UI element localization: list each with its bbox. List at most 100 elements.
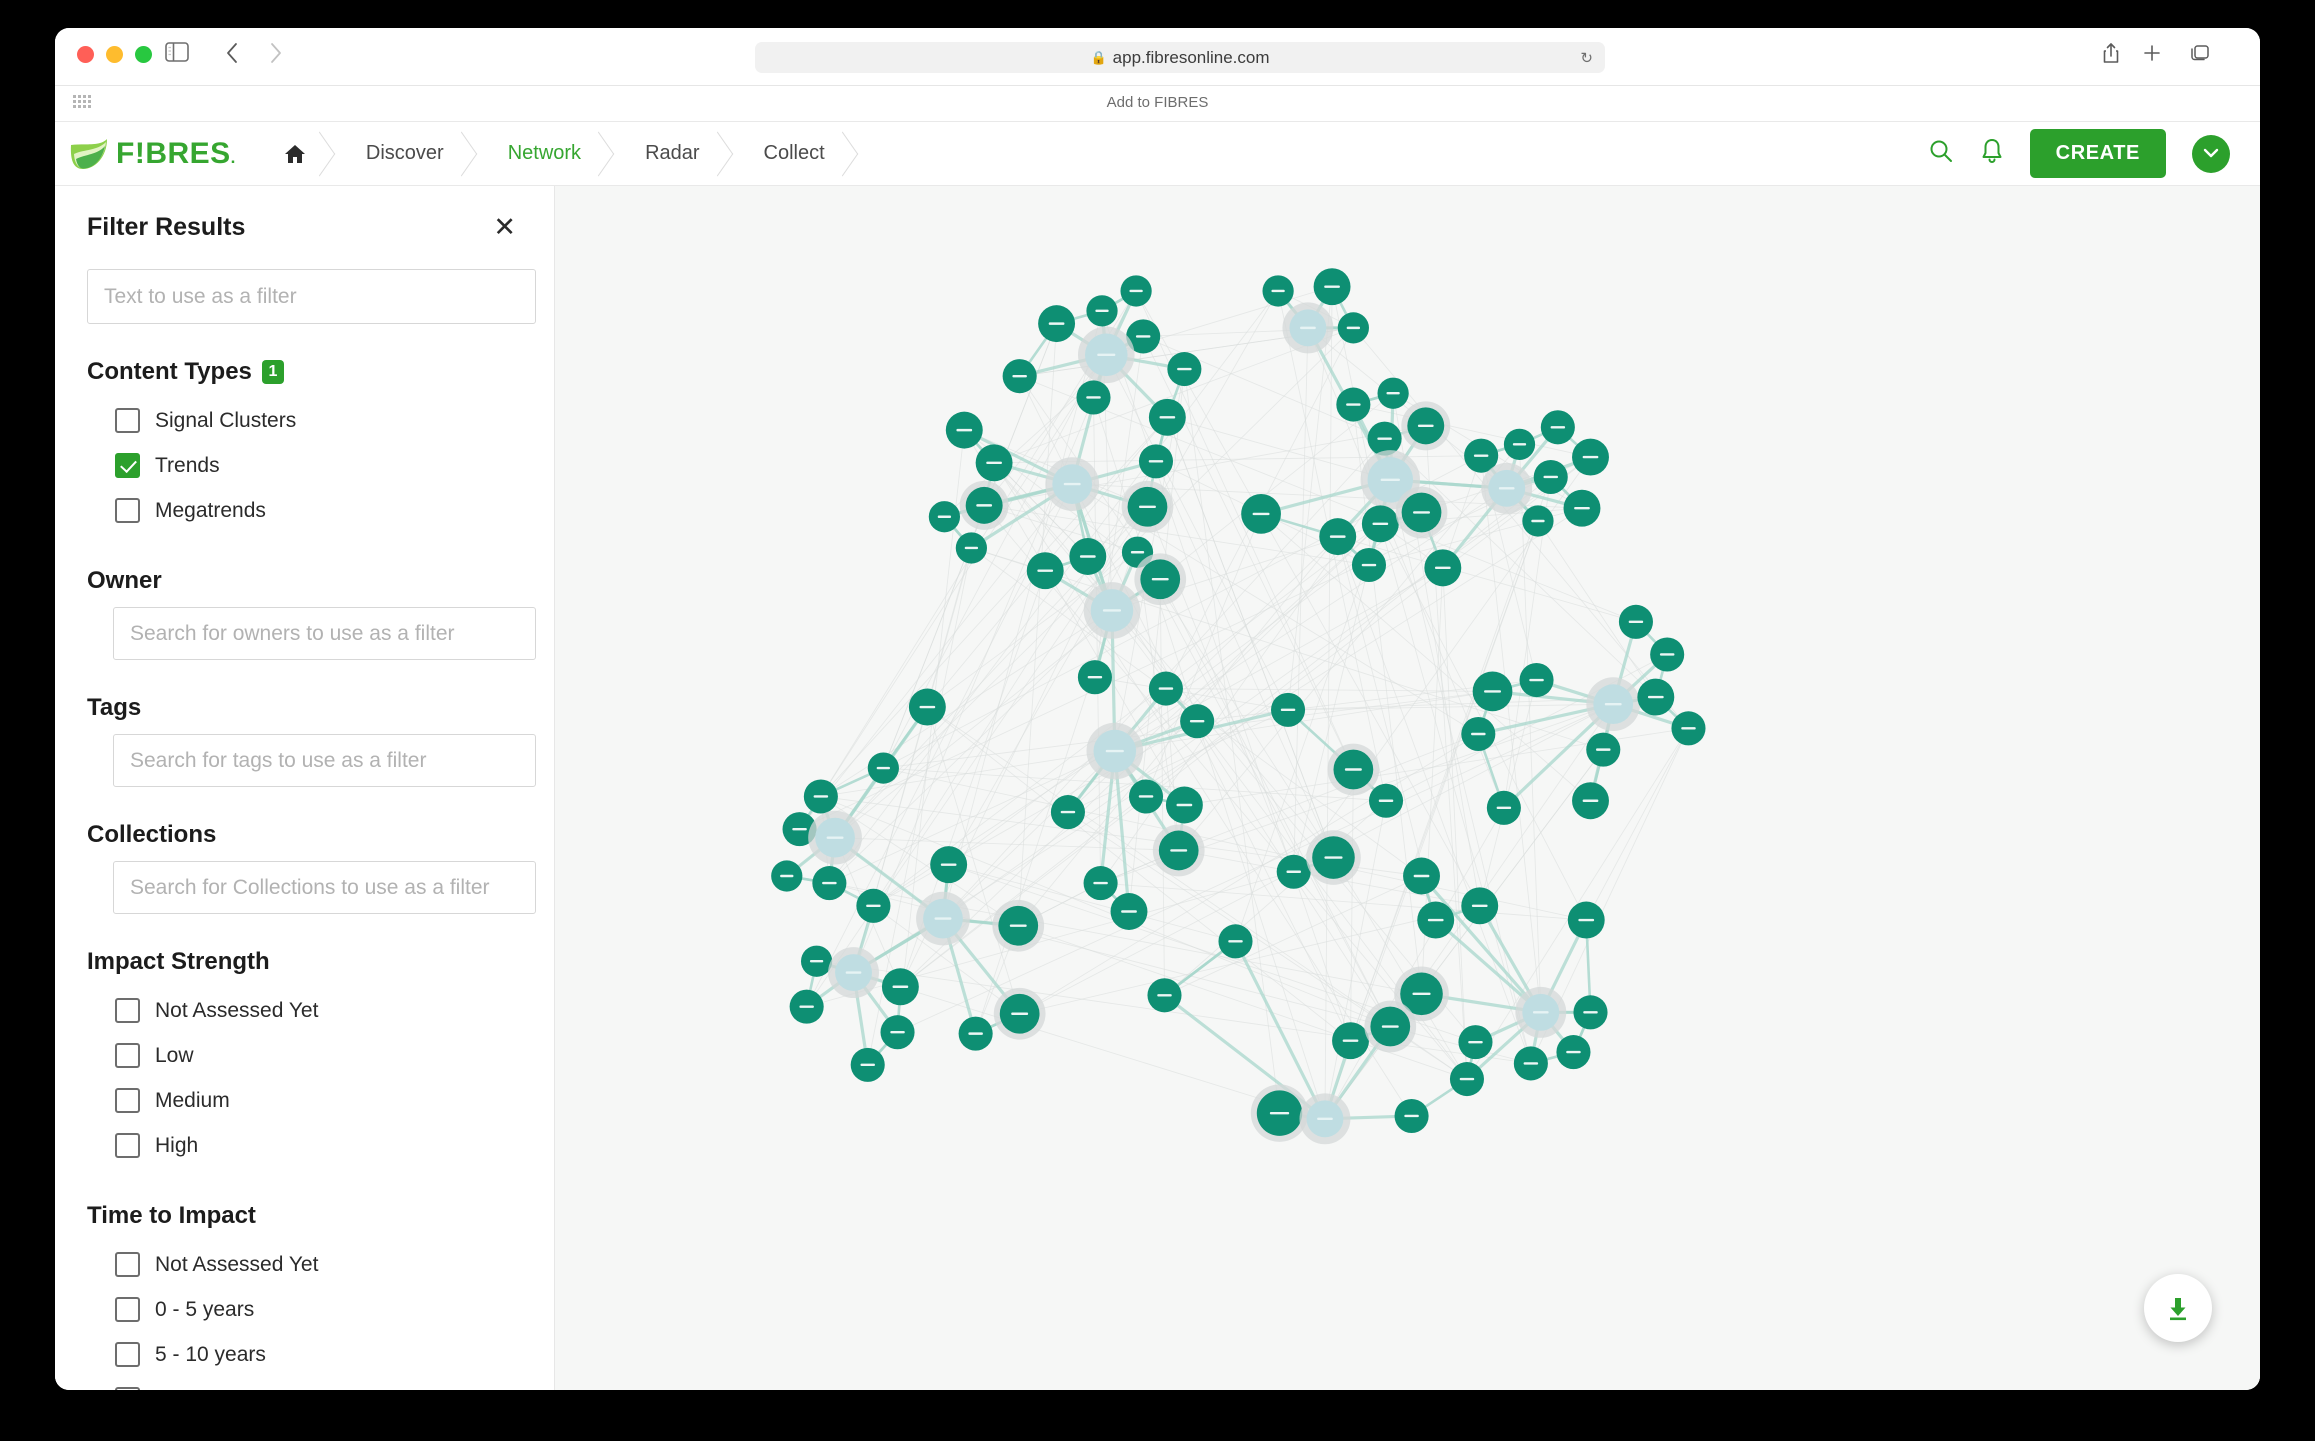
section-title-tags: Tags — [87, 694, 522, 722]
browser-back-button[interactable] — [225, 42, 239, 69]
checkbox-impact-medium[interactable]: Medium — [115, 1078, 522, 1123]
app-body: Filter Results ✕ Content Types 1 Signal … — [55, 186, 2260, 1390]
grid-icon[interactable] — [73, 95, 91, 108]
checkbox-label: 5 - 10 years — [155, 1342, 266, 1366]
checkbox-time-0-5[interactable]: 0 - 5 years — [115, 1287, 522, 1332]
section-title-time-to-impact: Time to Impact — [87, 1202, 522, 1230]
share-icon[interactable] — [2102, 42, 2120, 69]
address-bar[interactable]: 🔒 app.fibresonline.com ↻ — [755, 42, 1605, 73]
section-impact-strength: Impact Strength Not Assessed Yet Low Med… — [87, 948, 522, 1168]
filter-results-panel: Filter Results ✕ Content Types 1 Signal … — [55, 186, 555, 1390]
create-button[interactable]: CREATE — [2029, 129, 2166, 178]
nav-item-radar[interactable]: Radar — [611, 122, 729, 186]
download-icon — [2163, 1293, 2193, 1323]
section-time-to-impact: Time to Impact Not Assessed Yet 0 - 5 ye… — [87, 1202, 522, 1390]
filter-panel-header: Filter Results ✕ — [87, 210, 522, 245]
checkbox-box[interactable] — [115, 453, 140, 478]
home-icon — [284, 144, 306, 164]
nav-label-discover: Discover — [365, 142, 444, 164]
tags-search-input[interactable] — [113, 734, 536, 787]
section-label: Time to Impact — [87, 1202, 256, 1229]
checkbox-signal-clusters[interactable]: Signal Clusters — [115, 398, 522, 443]
search-icon[interactable] — [1928, 138, 1954, 169]
brand-logo[interactable]: F!BRES. — [69, 137, 236, 171]
nav-label-network: Network — [507, 142, 582, 164]
network-graph-svg[interactable] — [555, 186, 2260, 1390]
chevron-down-icon — [2203, 145, 2219, 163]
checkbox-box[interactable] — [115, 1133, 140, 1158]
section-title-content-types: Content Types 1 — [87, 358, 522, 386]
nav-item-collect[interactable]: Collect — [730, 122, 855, 186]
nav-item-network[interactable]: Network — [474, 122, 611, 186]
checkbox-box[interactable] — [115, 498, 140, 523]
app-header: F!BRES. Discover Network Radar Collect C… — [55, 122, 2260, 186]
header-actions: CREATE — [1928, 129, 2260, 178]
section-label: Owner — [87, 567, 162, 594]
sidebar-toggle-icon[interactable] — [165, 42, 189, 67]
close-window-button[interactable] — [77, 46, 94, 63]
nav-label-collect: Collect — [763, 142, 825, 164]
reload-icon[interactable]: ↻ — [1580, 49, 1593, 67]
maximize-window-button[interactable] — [135, 46, 152, 63]
nav-item-home[interactable] — [254, 122, 332, 186]
checkbox-label: Megatrends — [155, 498, 266, 522]
checkbox-label: High — [155, 1133, 199, 1157]
section-title-owner: Owner — [87, 567, 522, 595]
checkbox-box[interactable] — [115, 408, 140, 433]
account-menu-button[interactable] — [2192, 134, 2230, 173]
checkbox-trends[interactable]: Trends — [115, 443, 522, 488]
checkbox-time-not-assessed[interactable]: Not Assessed Yet — [115, 1242, 522, 1287]
page-title: Filter Results — [87, 213, 246, 241]
checkbox-box[interactable] — [115, 1043, 140, 1068]
nav-item-discover[interactable]: Discover — [332, 122, 474, 186]
close-icon[interactable]: ✕ — [487, 210, 522, 245]
tabs-overview-button[interactable] — [2190, 42, 2210, 69]
minimize-window-button[interactable] — [106, 46, 123, 63]
section-owner: Owner — [87, 567, 536, 660]
checkbox-impact-not-assessed[interactable]: Not Assessed Yet — [115, 988, 522, 1033]
fibres-leaf-logo — [69, 137, 109, 171]
checkbox-label: Not Assessed Yet — [155, 998, 319, 1022]
section-tags: Tags — [87, 694, 536, 787]
status-badge: 1 — [261, 360, 284, 384]
owner-search-input[interactable] — [113, 607, 536, 660]
section-title-collections: Collections — [87, 821, 522, 849]
checkbox-label: Not Assessed Yet — [155, 1252, 319, 1276]
section-label: Tags — [87, 694, 142, 721]
checkbox-label: 0 - 5 years — [155, 1297, 255, 1321]
checkbox-impact-high[interactable]: High — [115, 1123, 522, 1168]
checkbox-megatrends[interactable]: Megatrends — [115, 488, 522, 533]
checkbox-box[interactable] — [115, 1088, 140, 1113]
checkbox-box[interactable] — [115, 1342, 140, 1367]
browser-forward-button[interactable] — [269, 42, 283, 69]
text-filter-input[interactable] — [87, 269, 536, 324]
checkbox-box[interactable] — [115, 1297, 140, 1322]
bookmark-add-to-fibres[interactable]: Add to FIBRES — [1107, 94, 1209, 111]
checkbox-label: Medium — [155, 1088, 230, 1112]
brand-name: F!BRES. — [116, 136, 236, 170]
section-content-types: Content Types 1 Signal Clusters Trends M… — [87, 358, 522, 533]
download-button[interactable] — [2144, 1274, 2212, 1342]
section-label: Content Types — [87, 358, 252, 385]
checkbox-box[interactable] — [115, 1252, 140, 1277]
checkbox-time-5-10[interactable]: 5 - 10 years — [115, 1332, 522, 1377]
network-graph-canvas[interactable] — [555, 186, 2260, 1390]
checkbox-label: Signal Clusters — [155, 408, 297, 432]
checkbox-label: Trends — [155, 453, 220, 477]
main-navigation: Discover Network Radar Collect — [254, 122, 855, 186]
section-label: Collections — [87, 821, 217, 848]
collections-search-input[interactable] — [113, 861, 536, 914]
checkbox-box[interactable] — [115, 998, 140, 1023]
new-tab-button[interactable] — [2142, 42, 2162, 69]
checkbox-impact-low[interactable]: Low — [115, 1033, 522, 1078]
checkbox-time-10plus[interactable]: 10+ years — [115, 1377, 522, 1390]
browser-window: 🔒 app.fibresonline.com ↻ Add to FIBRES F… — [55, 28, 2260, 1390]
checkbox-box[interactable] — [115, 1387, 140, 1390]
url-text: app.fibresonline.com — [1112, 47, 1270, 67]
section-title-impact-strength: Impact Strength — [87, 948, 522, 976]
bookmarks-bar: Add to FIBRES — [55, 86, 2260, 122]
window-controls — [77, 46, 152, 63]
checkbox-label: Low — [155, 1043, 194, 1067]
bell-icon[interactable] — [1980, 138, 2004, 169]
checkbox-label: 10+ years — [155, 1388, 248, 1391]
